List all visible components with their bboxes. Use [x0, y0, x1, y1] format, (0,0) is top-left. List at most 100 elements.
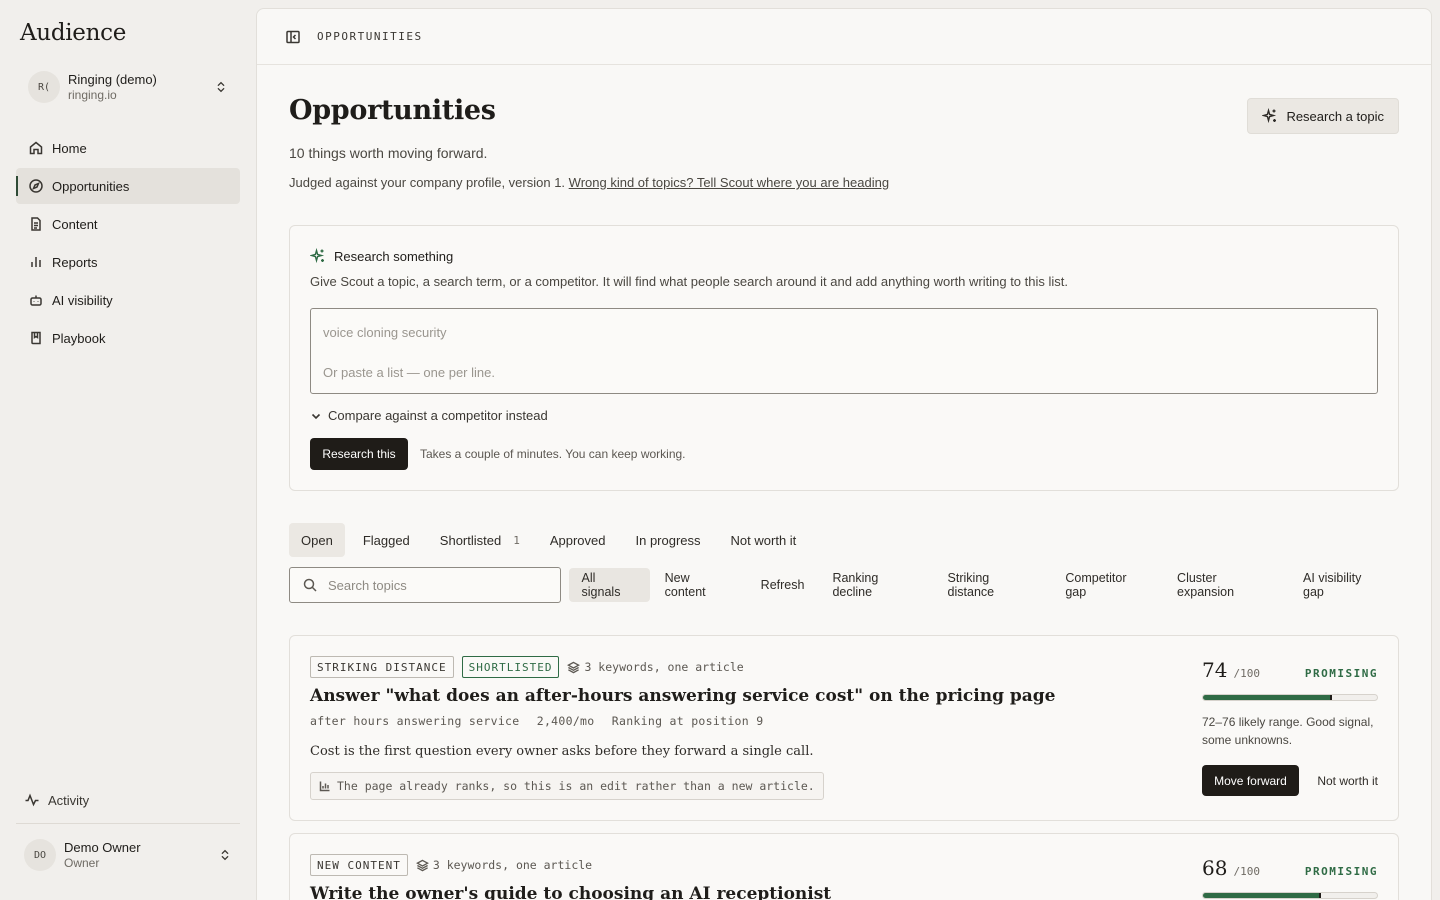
nav-item-label: Content	[52, 216, 98, 232]
chevron-down-icon	[311, 413, 321, 419]
opportunity-card[interactable]: NEW CONTENT 3 keywords, one article Writ…	[289, 833, 1399, 900]
not-worth-it-button[interactable]: Not worth it	[1317, 774, 1378, 788]
opportunity-title[interactable]: Answer "what does an after-hours answeri…	[310, 686, 1056, 706]
search-icon	[303, 578, 317, 592]
compare-competitor-toggle[interactable]: Compare against a competitor instead	[310, 408, 548, 423]
keyword-count-text: 3 keywords, one article	[432, 858, 593, 872]
workspace-switcher[interactable]: R( Ringing (demo) ringing.io	[16, 64, 240, 110]
keyword-count: 3 keywords, one article	[415, 858, 593, 872]
nav-item-ai-visibility[interactable]: AI visibility	[16, 282, 240, 318]
filter-competitor-gap[interactable]: Competitor gap	[1052, 568, 1162, 602]
opportunity-meta: after hours answering service 2,400/mo R…	[310, 714, 773, 728]
bar-chart-icon	[319, 781, 330, 792]
topbar: OPPORTUNITIES	[257, 9, 1431, 65]
research-placeholder-line2: Or paste a list — one per line.	[323, 365, 495, 380]
search-input[interactable]: Search topics	[289, 567, 561, 603]
brand-logo[interactable]: Audience	[20, 20, 126, 46]
nav-item-home[interactable]: Home	[16, 130, 240, 166]
opportunity-title[interactable]: Write the owner's guide to choosing an A…	[310, 884, 831, 900]
user-role: Owner	[64, 856, 100, 870]
bot-icon	[30, 295, 42, 306]
research-placeholder-line1: voice cloning security	[323, 325, 447, 340]
filter-cluster-expansion[interactable]: Cluster expansion	[1164, 568, 1288, 602]
research-note: Takes a couple of minutes. You can keep …	[420, 447, 686, 461]
sidebar-toggle-icon[interactable]	[285, 29, 301, 45]
profile-note-text: Judged against your company profile, ver…	[289, 175, 566, 190]
profile-feedback-link[interactable]: Wrong kind of topics? Tell Scout where y…	[569, 175, 889, 190]
nav-item-content[interactable]: Content	[16, 206, 240, 242]
nav-item-playbook[interactable]: Playbook	[16, 320, 240, 356]
nav-item-reports[interactable]: Reports	[16, 244, 240, 280]
filter-ranking-decline[interactable]: Ranking decline	[819, 568, 932, 602]
filter-bar: Search topics All signals New content Re…	[289, 567, 1399, 603]
document-icon	[31, 217, 41, 231]
target-keyword: after hours answering service	[310, 714, 520, 728]
score-value: 74	[1202, 658, 1228, 682]
chevron-updown-icon	[217, 81, 225, 93]
opportunity-note: The page already ranks, so this is an ed…	[310, 772, 824, 800]
research-topic-label: Research a topic	[1286, 108, 1384, 124]
status-badge: SHORTLISTED	[461, 656, 560, 678]
opportunity-tags: NEW CONTENT 3 keywords, one article	[310, 854, 592, 876]
research-heading-text: Research something	[334, 248, 454, 264]
score-max: /100	[1233, 667, 1260, 680]
score-max: /100	[1233, 865, 1260, 878]
compass-icon	[29, 179, 43, 193]
tab-flagged[interactable]: Flagged	[351, 523, 422, 557]
filter-striking-distance[interactable]: Striking distance	[935, 568, 1051, 602]
filter-refresh[interactable]: Refresh	[748, 568, 818, 602]
research-this-button[interactable]: Research this	[310, 438, 408, 470]
score-label: PROMISING	[1304, 865, 1378, 878]
score-range: 72–76 likely range. Good signal, some un…	[1202, 715, 1374, 747]
tab-shortlisted[interactable]: Shortlisted 1	[428, 523, 532, 557]
score-bar-fill	[1203, 695, 1332, 700]
activity-label: Activity	[48, 792, 90, 808]
page-subtitle: 10 things worth moving forward.	[289, 145, 488, 161]
activity-icon	[25, 793, 39, 807]
tab-label: In progress	[635, 532, 701, 548]
activity-link[interactable]: Activity	[24, 792, 89, 808]
workspace-avatar: R(	[28, 71, 60, 103]
workspace-domain: ringing.io	[68, 88, 117, 102]
main-panel: OPPORTUNITIES Opportunities Research a t…	[256, 8, 1432, 900]
score-panel: 74/100 PROMISING 72–76 likely range. Goo…	[1202, 658, 1378, 796]
workspace-name: Ringing (demo)	[68, 72, 157, 87]
filter-new-content[interactable]: New content	[652, 568, 746, 602]
tab-label: Flagged	[362, 532, 410, 548]
filter-ai-visibility-gap[interactable]: AI visibility gap	[1290, 568, 1397, 602]
tab-open[interactable]: Open	[289, 523, 345, 557]
filter-all-signals[interactable]: All signals	[568, 568, 650, 602]
sparkle-icon	[310, 248, 325, 264]
nav-item-opportunities[interactable]: Opportunities	[16, 168, 240, 204]
tab-label: Not worth it	[730, 532, 797, 548]
research-card: Research something Give Scout a topic, a…	[289, 225, 1399, 491]
score-bar	[1202, 892, 1378, 899]
tab-not-worth-it[interactable]: Not worth it	[719, 523, 809, 557]
tab-approved[interactable]: Approved	[538, 523, 618, 557]
keyword-count: 3 keywords, one article	[567, 660, 744, 674]
keyword-count-text: 3 keywords, one article	[584, 660, 744, 674]
opportunity-tags: STRIKING DISTANCE SHORTLISTED 3 keywords…	[310, 656, 744, 678]
sidebar-divider	[16, 823, 240, 824]
move-forward-button[interactable]: Move forward	[1202, 765, 1299, 796]
ranking-position: Ranking at position 9	[611, 714, 764, 728]
status-tabs: Open Flagged Shortlisted 1 Approved In pr…	[289, 523, 814, 557]
score-bar-fill	[1203, 893, 1322, 898]
signal-tag: STRIKING DISTANCE	[310, 656, 454, 678]
research-topic-button[interactable]: Research a topic	[1247, 98, 1399, 134]
tab-label: Shortlisted	[439, 532, 502, 548]
nav-item-label: Opportunities	[52, 178, 130, 194]
tab-label: Approved	[549, 532, 606, 548]
sidebar: Audience R( Ringing (demo) ringing.io Ho…	[0, 0, 256, 900]
nav-item-label: AI visibility	[52, 292, 113, 308]
user-name: Demo Owner	[64, 840, 141, 855]
bar-chart-icon	[31, 257, 41, 267]
opportunity-card[interactable]: STRIKING DISTANCE SHORTLISTED 3 keywords…	[289, 635, 1399, 821]
user-switcher[interactable]: DO Demo Owner Owner	[16, 832, 240, 878]
sparkle-icon	[1262, 108, 1277, 124]
tab-in-progress[interactable]: In progress	[624, 523, 713, 557]
tab-count: 1	[513, 533, 520, 547]
page-title: Opportunities	[289, 95, 496, 126]
research-input[interactable]: voice cloning security Or paste a list —…	[310, 308, 1378, 394]
score-label: PROMISING	[1304, 667, 1378, 680]
